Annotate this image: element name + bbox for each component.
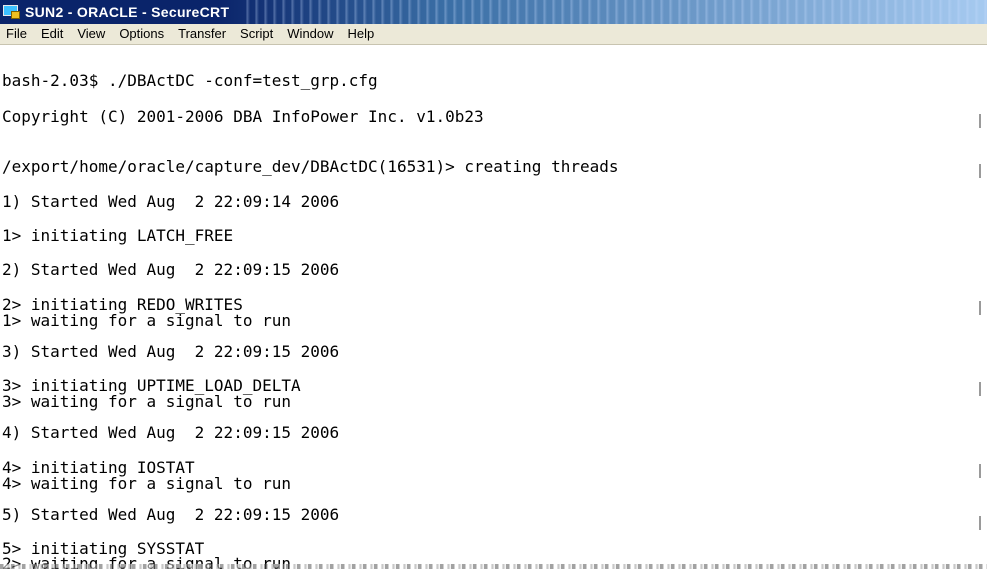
terminal-line: 4> waiting for a signal to run	[2, 474, 291, 493]
terminal-line: Copyright (C) 2001-2006 DBA InfoPower In…	[2, 107, 484, 126]
scroll-marker	[979, 516, 981, 530]
title-bar[interactable]: SUN2 - ORACLE - SecureCRT	[0, 0, 987, 24]
scroll-marker	[979, 164, 981, 178]
window-title: SUN2 - ORACLE - SecureCRT	[25, 4, 230, 20]
securecrt-app-icon[interactable]	[3, 4, 21, 20]
menu-options[interactable]: Options	[112, 24, 171, 44]
menu-script[interactable]: Script	[233, 24, 280, 44]
scroll-marker	[979, 301, 981, 315]
partial-line-artifact	[0, 564, 987, 569]
scroll-marker	[979, 382, 981, 396]
terminal-line: 5) Started Wed Aug 2 22:09:15 2006	[2, 505, 340, 524]
menu-window[interactable]: Window	[280, 24, 340, 44]
terminal-line: 1> initiating LATCH_FREE	[2, 226, 234, 245]
title-bar-background	[241, 0, 987, 24]
terminal-line: bash-2.03$ ./DBActDC -conf=test_grp.cfg	[2, 71, 378, 90]
menu-edit[interactable]: Edit	[34, 24, 70, 44]
menu-help[interactable]: Help	[341, 24, 382, 44]
scroll-marker	[979, 114, 981, 128]
menu-view[interactable]: View	[70, 24, 112, 44]
menu-bar: File Edit View Options Transfer Script W…	[0, 24, 987, 45]
menu-transfer[interactable]: Transfer	[171, 24, 233, 44]
menu-file[interactable]: File	[0, 24, 34, 44]
terminal-line: 1> waiting for a signal to run	[2, 311, 291, 330]
terminal-line: /export/home/oracle/capture_dev/DBActDC(…	[2, 157, 619, 176]
terminal-line: 3) Started Wed Aug 2 22:09:15 2006	[2, 342, 340, 361]
terminal-line: 3> waiting for a signal to run	[2, 392, 291, 411]
terminal-line: 4) Started Wed Aug 2 22:09:15 2006	[2, 423, 340, 442]
scroll-marker	[979, 464, 981, 478]
terminal-line: 1) Started Wed Aug 2 22:09:14 2006	[2, 192, 340, 211]
terminal-line: 2) Started Wed Aug 2 22:09:15 2006	[2, 260, 340, 279]
securecrt-window: SUN2 - ORACLE - SecureCRT File Edit View…	[0, 0, 987, 569]
terminal-pane[interactable]: bash-2.03$ ./DBActDC -conf=test_grp.cfg …	[0, 46, 987, 569]
